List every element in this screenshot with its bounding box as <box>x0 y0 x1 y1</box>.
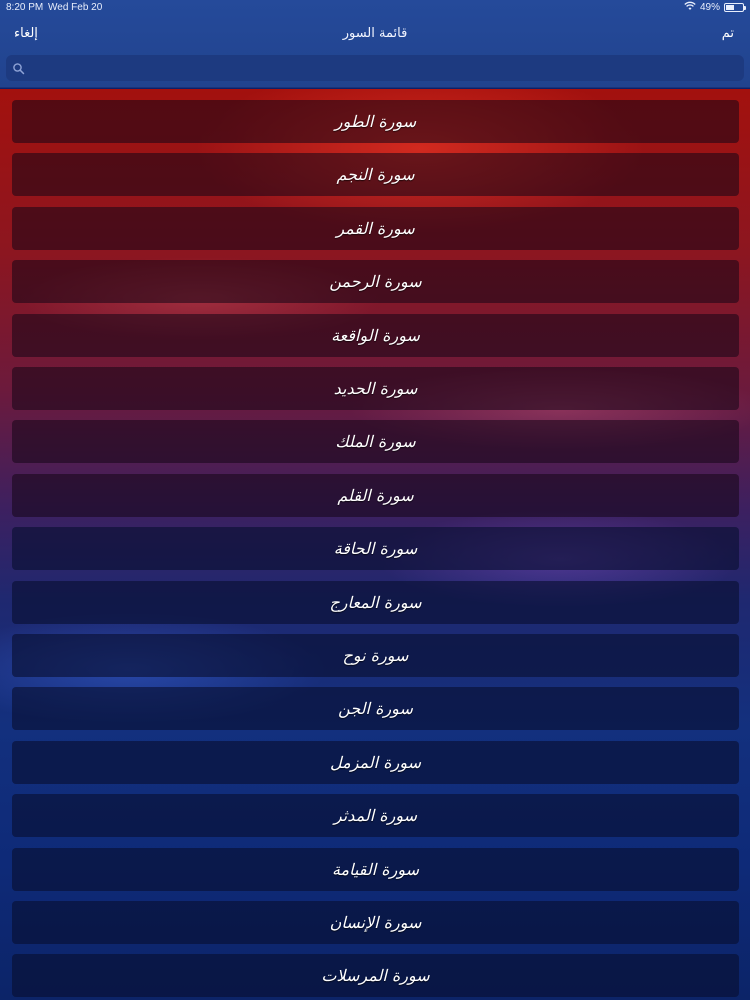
surah-row[interactable]: سورة الملك <box>12 420 739 463</box>
search-bar[interactable] <box>6 55 744 81</box>
navigation-bar: إلغاء قائمة السور تم <box>0 20 750 48</box>
surah-row[interactable]: سورة النجم <box>12 153 739 196</box>
surah-list[interactable]: سورة الطور سورة النجم سورة القمر سورة الرحم… <box>0 89 750 1000</box>
surah-row-label: سورة النجم <box>336 165 415 184</box>
surah-row[interactable]: سورة الحديد <box>12 367 739 410</box>
surah-row-label: سورة الواقعة <box>331 326 420 345</box>
surah-row-label: سورة القمر <box>336 219 415 238</box>
top-bar: 8:20 PM Wed Feb 20 49% إلغاء قائمة السور… <box>0 0 750 88</box>
surah-row-label: سورة الجن <box>338 699 413 718</box>
surah-row-label: سورة الإنسان <box>329 913 422 932</box>
battery-fill <box>726 5 734 10</box>
status-right: 49% <box>684 1 746 14</box>
surah-row[interactable]: سورة المزمل <box>12 741 739 784</box>
surah-row[interactable]: سورة الحاقة <box>12 527 739 570</box>
surah-row[interactable]: سورة الجن <box>12 687 739 730</box>
done-button[interactable]: تم <box>722 26 734 41</box>
surah-row[interactable]: سورة الواقعة <box>12 314 739 357</box>
surah-row[interactable]: سورة نوح <box>12 634 739 677</box>
status-date: Wed Feb 20 <box>48 2 103 13</box>
surah-row-label: سورة المدثر <box>333 806 418 825</box>
battery-icon <box>724 3 746 12</box>
surah-row[interactable]: سورة المرسلات <box>12 954 739 997</box>
surah-row-label: سورة الطور <box>334 112 417 131</box>
surah-row-label: سورة الرحمن <box>329 272 422 291</box>
surah-row[interactable]: سورة المعارج <box>12 581 739 624</box>
search-input[interactable] <box>30 55 738 81</box>
surah-row-label: سورة الحاقة <box>333 539 418 558</box>
page-title: قائمة السور <box>342 26 408 41</box>
surah-row-label: سورة القيامة <box>331 860 420 879</box>
surah-row[interactable]: سورة القيامة <box>12 848 739 891</box>
surah-row-label: سورة نوح <box>342 646 409 665</box>
surah-row-label: سورة المعارج <box>329 593 422 612</box>
surah-row-label: سورة المرسلات <box>321 966 430 985</box>
status-bar: 8:20 PM Wed Feb 20 49% <box>0 0 750 16</box>
surah-row-label: سورة الحديد <box>333 379 418 398</box>
status-time: 8:20 PM <box>6 2 44 13</box>
surah-row[interactable]: سورة القلم <box>12 474 739 517</box>
surah-row[interactable]: سورة الرحمن <box>12 260 739 303</box>
surah-row[interactable]: سورة الطور <box>12 100 739 143</box>
surah-row-label: سورة الملك <box>335 432 416 451</box>
surah-row-label: سورة القلم <box>337 486 414 505</box>
surah-row[interactable]: سورة الإنسان <box>12 901 739 944</box>
surah-row-label: سورة المزمل <box>330 753 421 772</box>
surah-row[interactable]: سورة المدثر <box>12 794 739 837</box>
search-icon <box>12 61 26 75</box>
wifi-icon <box>684 1 696 14</box>
battery-percent: 49% <box>699 2 720 13</box>
surah-row[interactable]: سورة القمر <box>12 207 739 250</box>
